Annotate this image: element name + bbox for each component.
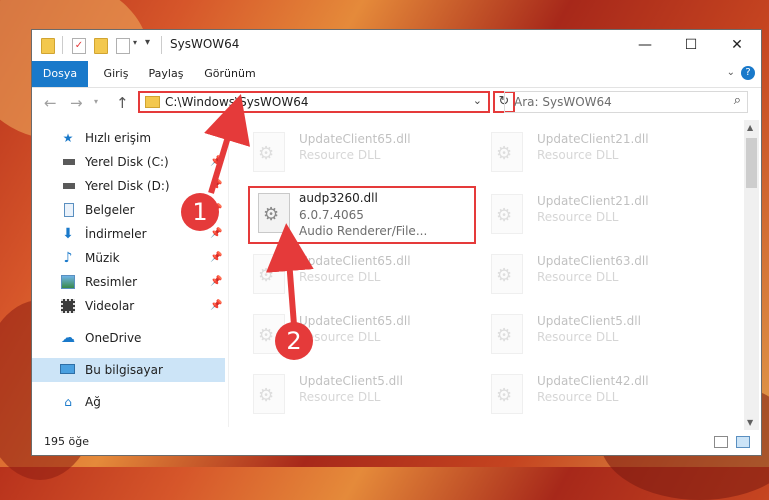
callout-arrow-1 <box>204 94 251 194</box>
callout-arrow-2 <box>265 223 314 326</box>
callout-badge-1: 1 <box>181 193 219 231</box>
callout-badge-2: 2 <box>275 322 313 360</box>
callout-arrows <box>204 94 314 326</box>
